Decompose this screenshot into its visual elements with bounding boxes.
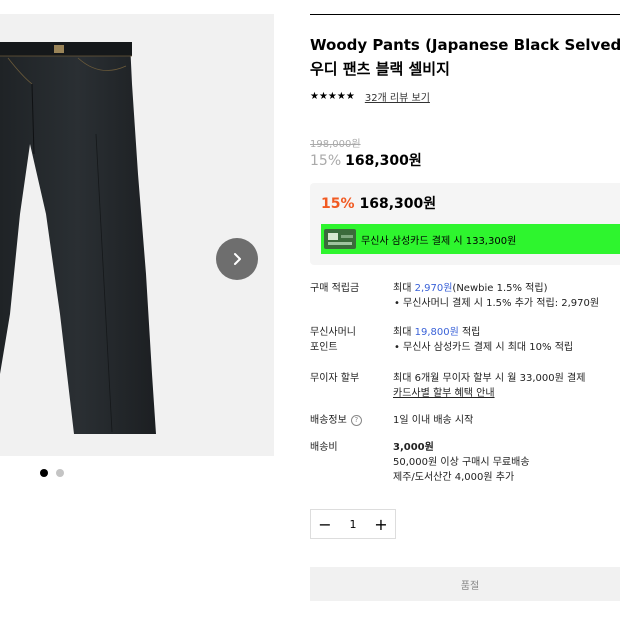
shipping-fee-value: 3,000원 50,000원 이상 구매시 무료배송 제주/도서산간 4,000… [393,440,620,485]
carousel-dot-2[interactable] [56,469,64,477]
sale-price-row: 15% 168,300원 [310,150,422,170]
installment-value: 최대 6개월 무이자 할부 시 월 33,000원 결제 카드사별 할부 혜택 … [393,371,620,401]
box-sale-price: 168,300원 [359,196,437,212]
points-suffix: (Newbie 1.5% 적립) [452,283,548,294]
discount-box: 15% 168,300원 무신사 삼성카드 결제 시 133,300원 [310,183,620,265]
discount-percent: 15% [310,153,342,169]
money-bullet: 무신사 삼성카드 결제 시 최대 10% 적립 [393,340,620,355]
help-icon[interactable]: ? [350,414,362,426]
points-prefix: 최대 [393,283,415,294]
money-label-line1: 무신사머니 [310,327,356,338]
chevron-right-icon [234,253,241,265]
soldout-button[interactable]: 품절 [310,567,620,601]
card-offer-text: 무신사 삼성카드 결제 시 133,300원 [361,235,517,247]
box-price-row: 15% 168,300원 [321,193,436,213]
shipping-info-value: 1일 이내 배송 시작 [393,415,474,426]
sale-price: 168,300원 [345,153,422,169]
money-suffix: 적립 [458,327,481,338]
rating-row: ★★★★★ 32개 리뷰 보기 [310,89,430,104]
credit-card-icon [324,229,356,249]
increase-quantity-button[interactable]: + [367,510,395,538]
divider [310,14,620,15]
carousel-dot-1[interactable] [40,469,48,477]
star-rating-icon: ★★★★★ [310,91,355,102]
money-amount: 19,800원 [414,327,459,338]
points-bullet: 무신사머니 결제 시 1.5% 추가 적립: 2,970원 [393,296,620,311]
shipping-fee-label: 배송비 [310,442,338,453]
product-title-en: Woody Pants (Japanese Black Selvedge D [310,36,620,54]
product-info-panel: Woody Pants (Japanese Black Selvedge D 우… [310,0,620,620]
shipping-fee-amount: 3,000원 [393,442,434,453]
box-discount-percent: 15% [321,196,355,212]
quantity-stepper: − 1 + [310,509,396,539]
money-label-line2: 포인트 [310,342,338,353]
money-label: 무신사머니 포인트 [310,325,380,355]
points-value: 최대 2,970원(Newbie 1.5% 적립) 무신사머니 결제 시 1.5… [393,281,620,311]
shipping-info-label-text: 배송정보 [310,415,347,426]
points-label: 구매 적립금 [310,283,360,294]
product-image [0,42,156,434]
next-image-button[interactable] [216,238,258,280]
money-value: 최대 19,800원 적립 무신사 삼성카드 결제 시 최대 10% 적립 [393,325,620,355]
points-amount: 2,970원 [414,283,453,294]
free-shipping-text: 50,000원 이상 구매시 무료배송 [393,457,530,468]
remote-area-text: 제주/도서산간 4,000원 추가 [393,472,515,483]
installment-link[interactable]: 카드사별 할부 혜택 안내 [393,386,620,401]
review-link[interactable]: 32개 리뷰 보기 [365,89,430,104]
decrease-quantity-button[interactable]: − [311,510,339,538]
card-offer-banner[interactable]: 무신사 삼성카드 결제 시 133,300원 [321,224,620,254]
money-prefix: 최대 [393,327,415,338]
carousel-dots [40,469,64,477]
product-image-gallery [0,14,274,456]
installment-label: 무이자 할부 [310,373,360,384]
shipping-info-label: 배송정보? [310,413,380,428]
quantity-value[interactable]: 1 [339,510,367,538]
original-price: 198,000원 [310,139,361,150]
installment-text: 최대 6개월 무이자 할부 시 월 33,000원 결제 [393,373,586,384]
product-title-ko: 우디 팬츠 블랙 셀비지 [310,60,450,78]
